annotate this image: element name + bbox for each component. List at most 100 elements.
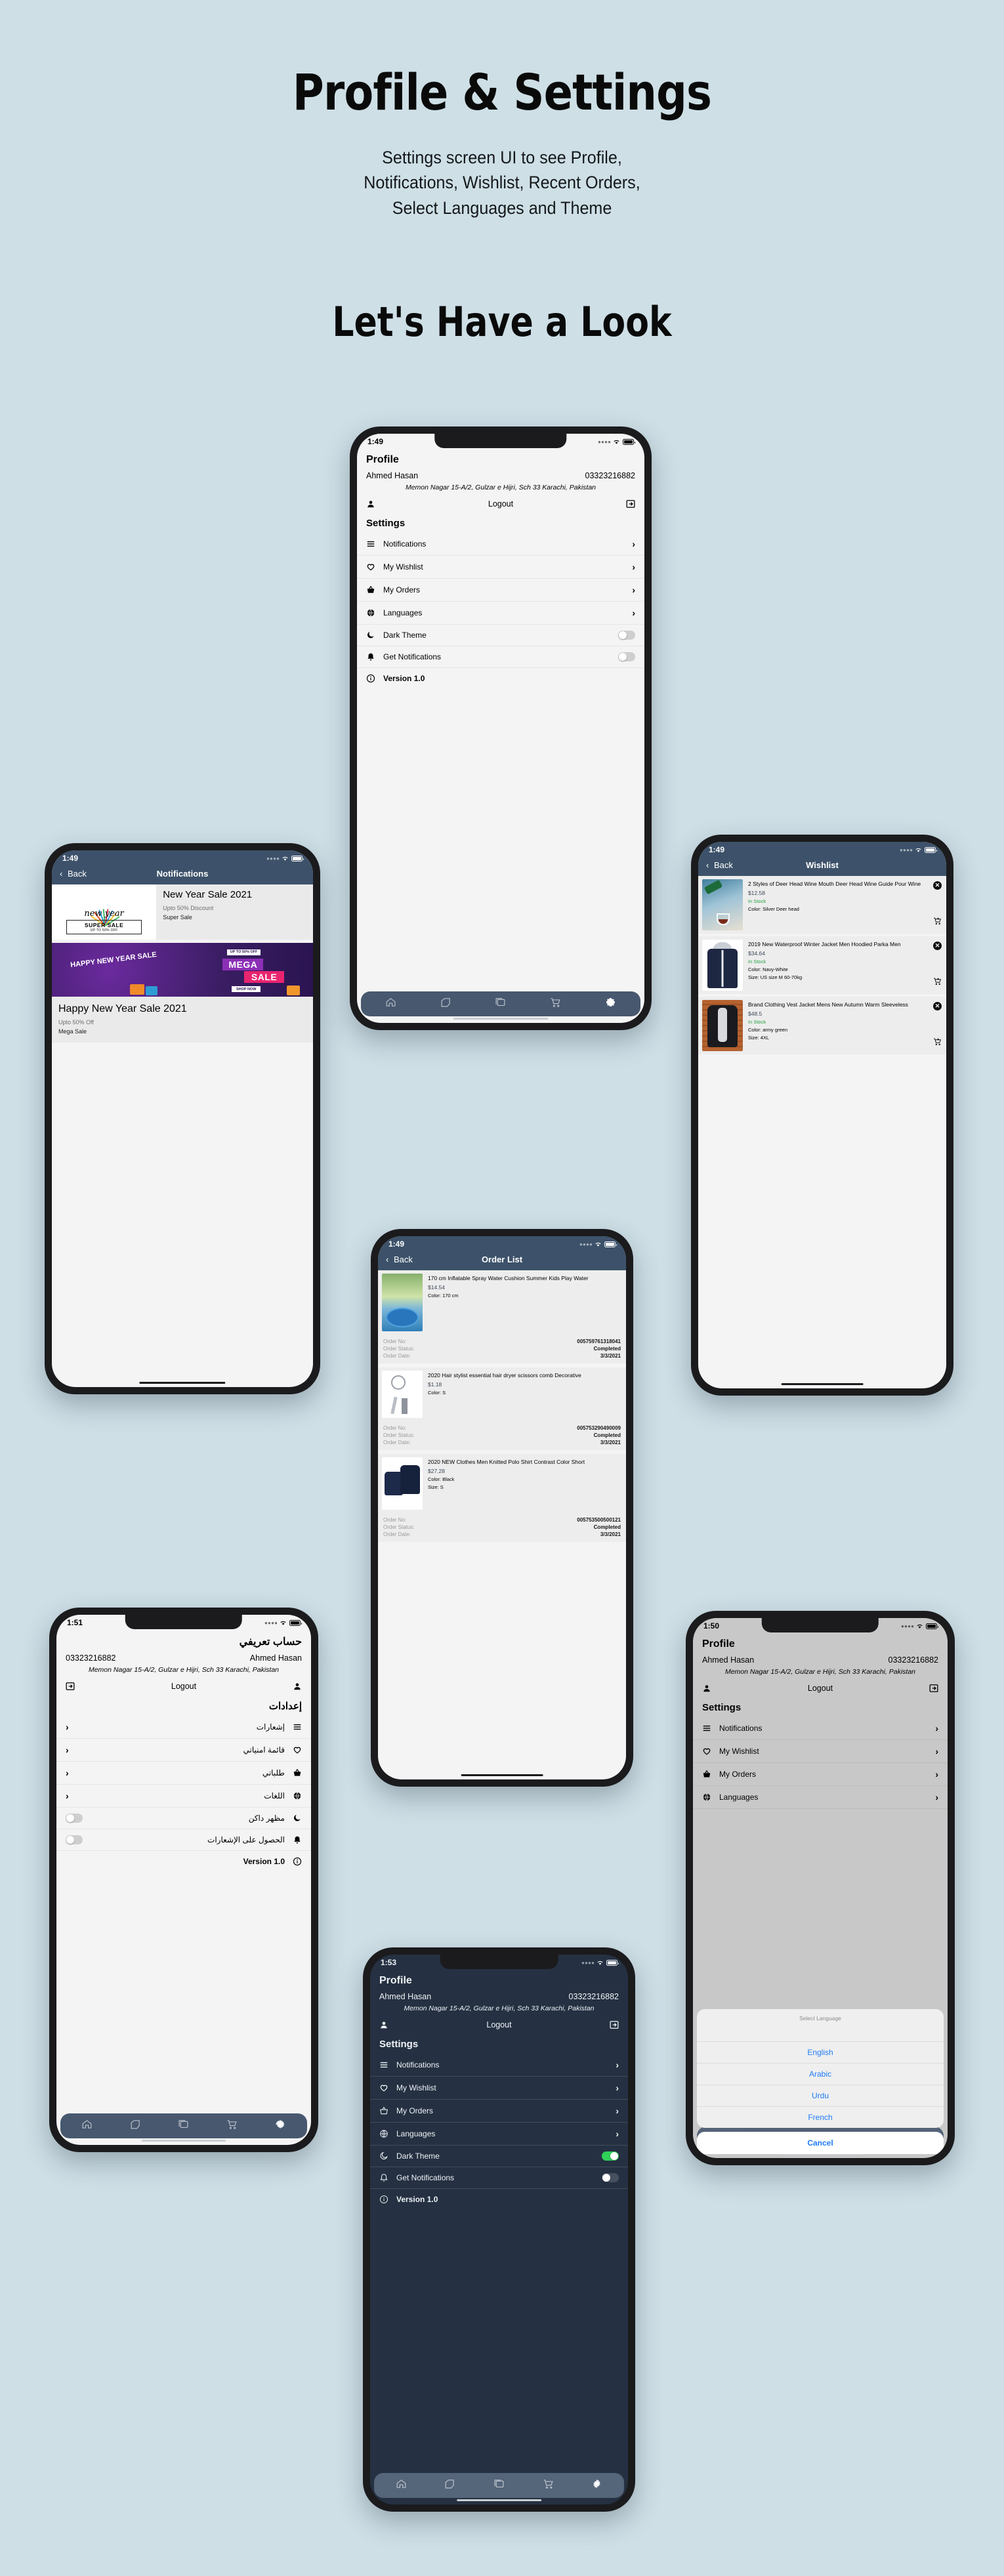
sidebar-item-languages[interactable]: Languages › (693, 1786, 948, 1809)
back-button[interactable]: ‹ Back (60, 869, 87, 879)
tab-settings[interactable] (275, 2119, 286, 2133)
sidebar-item-wishlist[interactable]: My Wishlist › (693, 1740, 948, 1763)
sidebar-item-wishlist[interactable]: قائمة امنياتي ‹ (56, 1739, 311, 1762)
sidebar-item-languages[interactable]: Languages › (357, 602, 644, 625)
add-to-cart-icon[interactable] (933, 917, 942, 928)
sidebar-item-languages[interactable]: اللغات ‹ (56, 1785, 311, 1808)
row-label: اللغات (264, 1791, 285, 1800)
wishlist-item[interactable]: 2019 New Waterproof Winter Jacket Men Ho… (698, 936, 946, 994)
back-button[interactable]: ‹ Back (386, 1255, 413, 1264)
notification-item[interactable]: new year SUPER SALE UP TO 50% OFF New Ye… (52, 884, 313, 940)
info-icon (379, 2195, 396, 2204)
list-icon (702, 1724, 719, 1733)
tab-tag[interactable] (130, 2119, 141, 2133)
sidebar-item-notifications[interactable]: Notifications › (370, 2054, 628, 2077)
logout-label: Logout (488, 499, 514, 509)
add-to-cart-icon[interactable] (933, 977, 942, 989)
sidebar-item-wishlist[interactable]: My Wishlist › (370, 2077, 628, 2100)
home-indicator (456, 2499, 542, 2501)
sidebar-item-notifications[interactable]: إشعارات ‹ (56, 1716, 311, 1739)
wishlist-item[interactable]: 2 Styles of Deer Head Wine Mouth Deer He… (698, 876, 946, 934)
product-name: 2020 Hair stylist essential hair dryer s… (428, 1372, 581, 1379)
tab-home[interactable] (81, 2119, 93, 2133)
sidebar-item-dark-theme[interactable]: مظهر داكن (56, 1808, 311, 1829)
sidebar-item-get-notifications[interactable]: الحصول على الإشعارات (56, 1829, 311, 1851)
dark-theme-toggle[interactable] (602, 2151, 619, 2161)
get-notifications-toggle[interactable] (618, 652, 635, 661)
language-option-french[interactable]: French (697, 2107, 944, 2128)
row-label: My Wishlist (396, 2083, 436, 2092)
tab-gallery[interactable] (495, 997, 506, 1011)
order-date-label: Order Date: (383, 1440, 411, 1445)
tab-cart[interactable] (550, 997, 561, 1011)
sidebar-item-wishlist[interactable]: My Wishlist › (357, 556, 644, 579)
wishlist-item[interactable]: Brand Clothing Vest Jacket Mens New Autu… (698, 997, 946, 1054)
product-color: Color: Black (428, 1476, 455, 1483)
status-time: 1:49 (709, 845, 725, 854)
language-option-english[interactable]: English (697, 2042, 944, 2064)
language-action-sheet[interactable]: Select Language English Arabic Urdu Fren… (693, 2005, 948, 2158)
get-notifications-toggle[interactable] (66, 1835, 83, 1844)
tab-tag[interactable] (440, 997, 451, 1011)
profile-screen: 1:49 ● ● ● ● Profile Ahmed Hasan 0332321… (357, 434, 644, 1023)
language-option-urdu[interactable]: Urdu (697, 2085, 944, 2107)
wishlist-list[interactable]: 2 Styles of Deer Head Wine Mouth Deer He… (698, 876, 946, 1388)
logout-row[interactable]: Logout (693, 1676, 948, 1699)
tab-gallery[interactable] (493, 2478, 505, 2493)
sidebar-item-notifications[interactable]: Notifications › (357, 533, 644, 556)
tab-gallery[interactable] (178, 2119, 189, 2133)
tab-cart[interactable] (226, 2119, 238, 2133)
logout-row[interactable]: Logout (370, 2012, 628, 2036)
sidebar-item-orders[interactable]: My Orders › (693, 1763, 948, 1786)
cancel-button[interactable]: Cancel (697, 2132, 944, 2154)
back-button[interactable]: ‹ Back (706, 860, 733, 870)
phone-dark-theme: 1:53 ● ● ● ● Profile Ahmed Hasan 0332321… (363, 1947, 635, 2512)
wifi-icon (595, 1242, 601, 1247)
notifications-list[interactable]: new year SUPER SALE UP TO 50% OFF New Ye… (52, 884, 313, 1387)
remove-icon[interactable]: ✕ (933, 942, 942, 950)
remove-icon[interactable]: ✕ (933, 881, 942, 890)
home-indicator (453, 1018, 549, 1020)
tab-settings[interactable] (591, 2478, 602, 2493)
sidebar-item-orders[interactable]: My Orders › (370, 2100, 628, 2123)
orders-list[interactable]: 170 cm Inflatable Spray Water Cushion Su… (378, 1270, 626, 1779)
logout-row[interactable]: Logout (357, 491, 644, 515)
sidebar-item-dark-theme[interactable]: Dark Theme (357, 625, 644, 646)
globe-icon (285, 1791, 302, 1800)
logout-label: Logout (807, 1684, 833, 1693)
sidebar-item-orders[interactable]: My Orders › (357, 579, 644, 602)
product-price: $27.28 (428, 1468, 445, 1475)
sidebar-item-notifications[interactable]: Notifications › (693, 1717, 948, 1740)
row-label: Languages (719, 1793, 759, 1802)
order-item[interactable]: 2020 Hair stylist essential hair dryer s… (378, 1367, 626, 1450)
bottom-tab-bar[interactable] (60, 2113, 307, 2138)
get-notifications-toggle[interactable] (602, 2173, 619, 2182)
order-item[interactable]: 2020 NEW Clothes Men Knitted Polo Shirt … (378, 1454, 626, 1542)
logout-row[interactable]: Logout (56, 1674, 311, 1697)
notification-item[interactable]: HAPPY NEW YEAR SALE UP TO 50% OFF MEGA S… (52, 943, 313, 1043)
order-no-label: Order No: (383, 1425, 407, 1431)
sidebar-item-orders[interactable]: طلباتي ‹ (56, 1762, 311, 1785)
phone-notifications: 1:49 ● ● ● ● ‹ Back Notifications new ye… (45, 843, 320, 1394)
row-label: مظهر داكن (248, 1814, 285, 1823)
dark-theme-toggle[interactable] (618, 631, 635, 640)
sidebar-item-get-notifications[interactable]: Get Notifications (357, 646, 644, 668)
subtitle-line-3: Select Languages and Theme (392, 197, 612, 218)
tab-tag[interactable] (444, 2478, 455, 2493)
bottom-tab-bar[interactable] (374, 2473, 624, 2498)
remove-icon[interactable]: ✕ (933, 1002, 942, 1010)
tab-home[interactable] (385, 997, 396, 1011)
tab-settings[interactable] (605, 997, 616, 1011)
row-label: الحصول على الإشعارات (207, 1835, 285, 1844)
dark-theme-toggle[interactable] (66, 1814, 83, 1823)
sidebar-item-get-notifications[interactable]: Get Notifications (370, 2167, 628, 2189)
tab-cart[interactable] (543, 2478, 554, 2493)
sidebar-item-dark-theme[interactable]: Dark Theme (370, 2146, 628, 2167)
add-to-cart-icon[interactable] (933, 1037, 942, 1049)
order-item[interactable]: 170 cm Inflatable Spray Water Cushion Su… (378, 1270, 626, 1363)
bottom-tab-bar[interactable] (361, 991, 640, 1016)
tab-home[interactable] (396, 2478, 407, 2493)
language-option-arabic[interactable]: Arabic (697, 2064, 944, 2085)
sidebar-item-languages[interactable]: Languages › (370, 2123, 628, 2146)
battery-icon (289, 1619, 302, 1626)
